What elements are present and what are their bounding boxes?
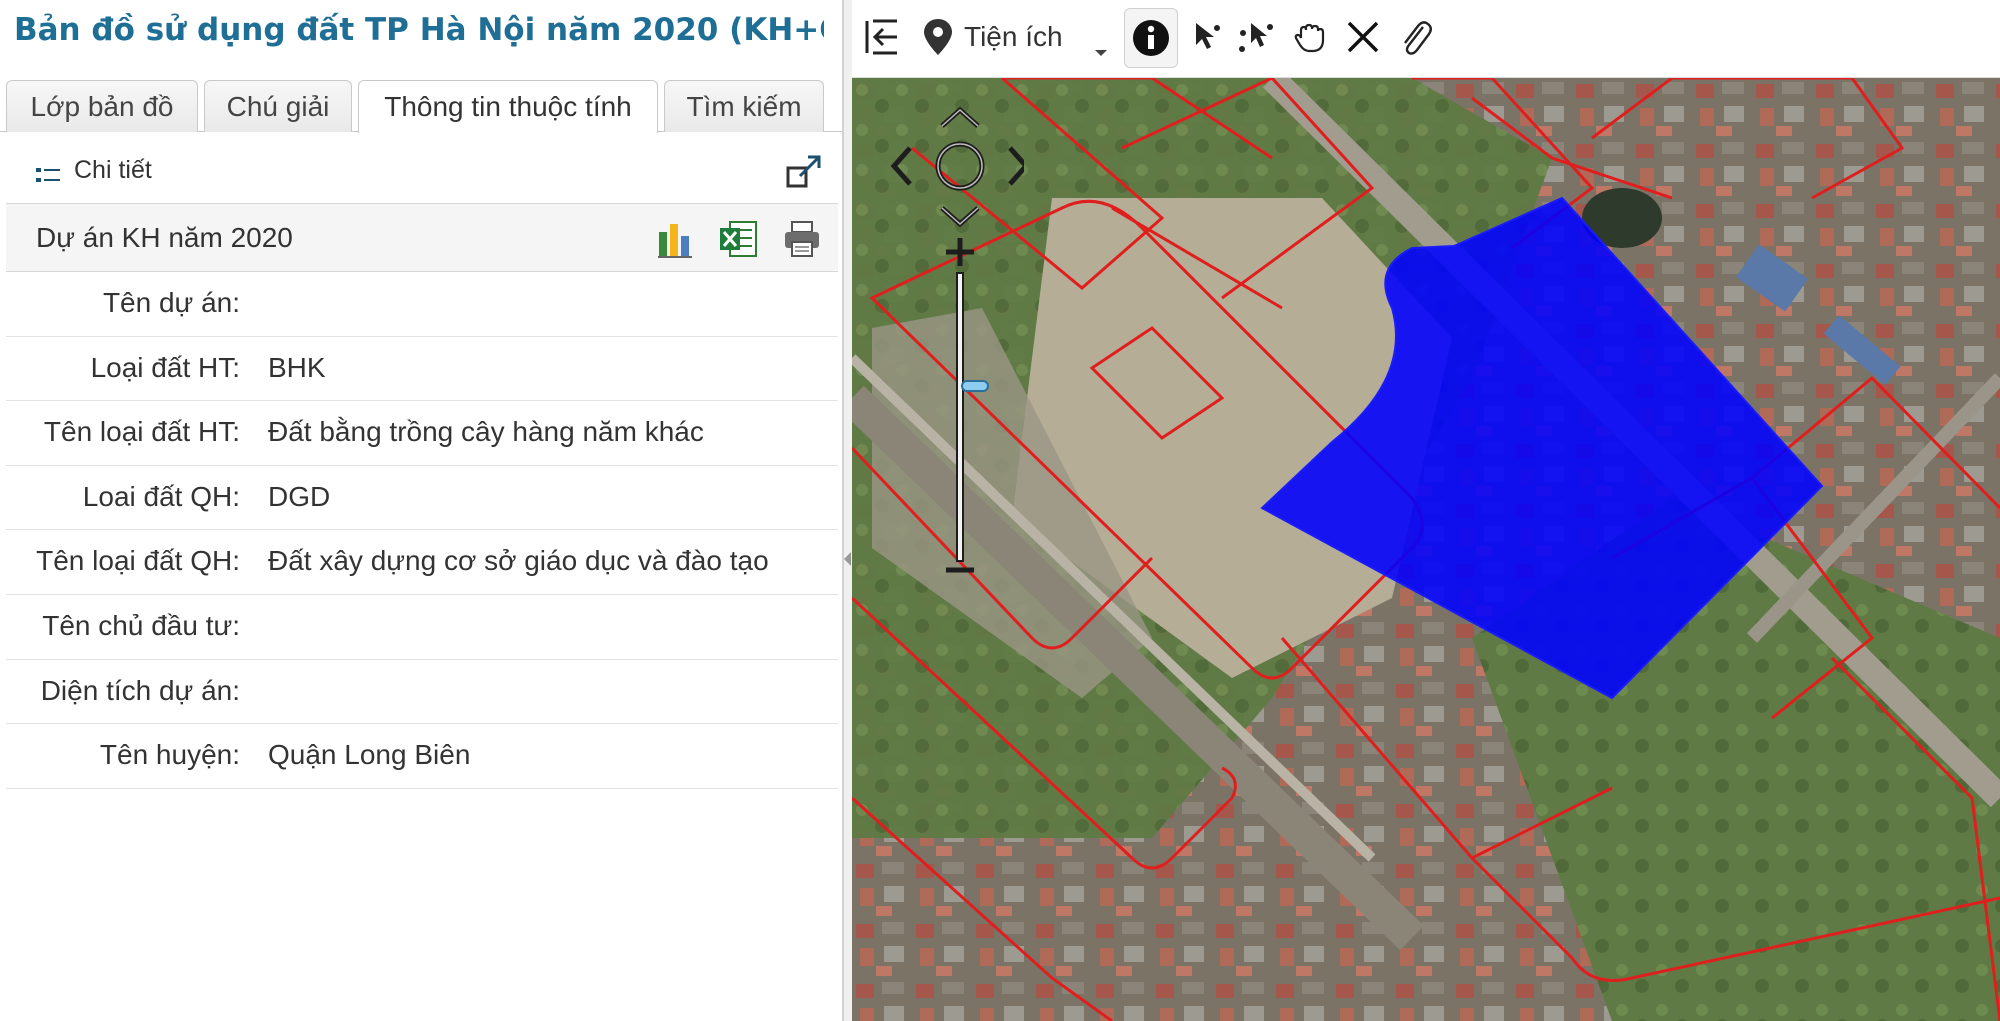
attachment-icon[interactable] (1394, 12, 1436, 62)
tab-legend[interactable]: Chú giải (204, 80, 352, 132)
collapse-arrow-icon[interactable] (844, 552, 851, 566)
tab-attribute-info[interactable]: Thông tin thuộc tính (358, 80, 658, 133)
chevron-down-icon[interactable] (1092, 28, 1110, 78)
close-icon[interactable] (1342, 12, 1384, 62)
pan-hand-icon[interactable] (1290, 12, 1330, 62)
panel-tabs: Lớp bản đồ Chú giải Thông tin thuộc tính… (0, 74, 842, 133)
tab-map-layers[interactable]: Lớp bản đồ (6, 80, 198, 132)
project-header: Dự án KH năm 2020 (6, 204, 838, 272)
satellite-map[interactable] (852, 78, 2000, 1021)
attr-label: Tên huyện: (99, 739, 240, 771)
page-title: Bản đồ sử dụng đất TP Hà Nội năm 2020 (K… (14, 12, 824, 48)
location-pin-icon[interactable] (918, 12, 958, 62)
pan-right-icon (1008, 146, 1024, 186)
table-row: Loại đất HT: BHK (6, 337, 838, 402)
attribute-table: Tên dự án: Loại đất HT: BHK Tên loại đất… (6, 272, 838, 789)
tab-search[interactable]: Tìm kiếm (664, 80, 824, 132)
table-row: Diện tích dự án: (6, 660, 838, 725)
zoom-slider-handle[interactable] (961, 380, 989, 392)
select-arrow-icon[interactable] (1188, 12, 1228, 62)
table-row: Tên huyện: Quận Long Biên (6, 724, 838, 789)
table-row: Tên loại đất QH: Đất xây dựng cơ sở giáo… (6, 530, 838, 595)
map-nav-control (890, 106, 1024, 573)
attr-label: Tên dự án: (102, 287, 240, 318)
pan-left-icon (890, 146, 912, 186)
exit-icon[interactable] (860, 12, 904, 62)
attr-label: Tên chủ đầu tư: (42, 609, 240, 641)
table-row: Loai đất QH: DGD (6, 466, 838, 531)
attr-label: Loại đất HT: (90, 351, 240, 383)
print-icon[interactable] (782, 218, 822, 260)
multi-select-icon[interactable] (1234, 12, 1280, 62)
attr-value: Đất bằng trồng cây hàng năm khác (268, 416, 704, 448)
detail-label: Chi tiết (74, 156, 152, 184)
info-icon[interactable] (1124, 8, 1178, 68)
attr-value: BHK (268, 351, 326, 383)
attr-label: Tên loại đất QH: (36, 545, 240, 577)
attribute-panel: Bản đồ sử dụng đất TP Hà Nội năm 2020 (K… (0, 0, 843, 1021)
expand-icon[interactable] (786, 152, 824, 190)
attr-value: DGD (268, 480, 331, 512)
attr-value: Quận Long Biên (268, 739, 471, 771)
map-view[interactable] (852, 78, 2000, 1021)
table-row: Tên loại đất HT: Đất bằng trồng cây hàng… (6, 401, 838, 466)
detail-header: Chi tiết (6, 136, 838, 204)
list-icon (36, 168, 60, 182)
table-row: Tên dự án: (6, 272, 838, 337)
utility-menu[interactable]: Tiện ích (964, 12, 1074, 62)
pan-up-icon (940, 106, 980, 128)
attr-label: Tên loại đất HT: (43, 416, 240, 448)
attr-label: Loai đất QH: (82, 480, 240, 512)
utility-label: Tiện ích (964, 21, 1063, 52)
table-row: Tên chủ đầu tư: (6, 595, 838, 660)
project-title: Dự án KH năm 2020 (36, 222, 293, 253)
attr-label: Diện tích dự án: (40, 674, 240, 706)
excel-icon[interactable] (718, 218, 758, 260)
chart-icon[interactable] (656, 218, 696, 260)
panel-splitter[interactable] (843, 0, 852, 1021)
map-toolbar: Tiện ích (852, 0, 2000, 78)
pan-down-icon (940, 206, 980, 228)
zoom-in-icon (946, 238, 974, 266)
attr-value: Đất xây dựng cơ sở giáo dục và đào tạo (268, 545, 769, 577)
